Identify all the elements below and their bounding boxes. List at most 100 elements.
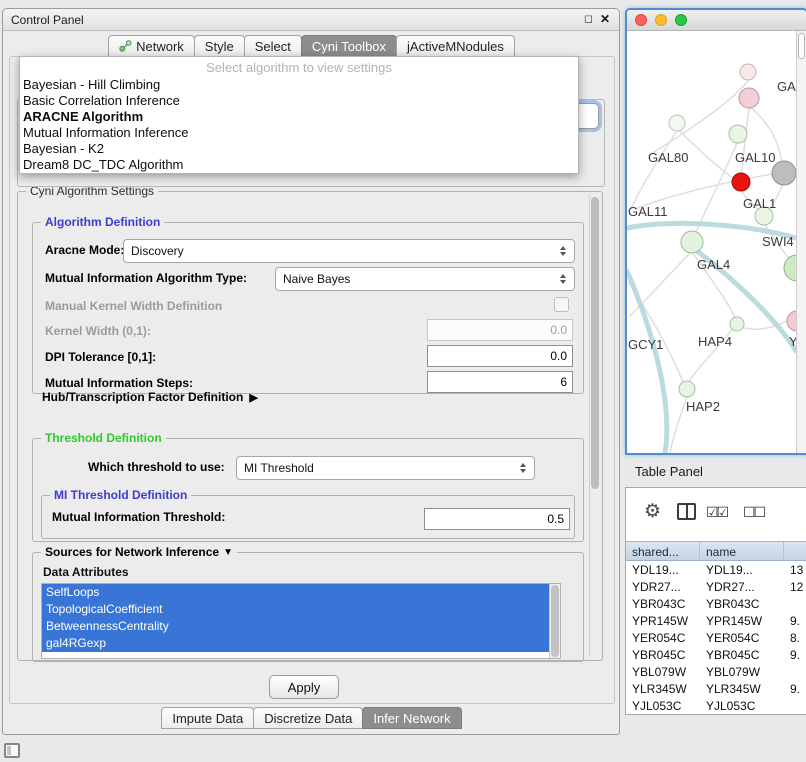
mi-threshold-field[interactable]: 0.5 bbox=[424, 508, 570, 530]
aracne-mode-select[interactable]: Discovery bbox=[123, 239, 575, 263]
zoom-traffic-light-icon[interactable] bbox=[675, 14, 687, 26]
network-node[interactable] bbox=[772, 161, 796, 185]
attribute-item[interactable]: SelfLoops bbox=[42, 584, 551, 601]
table-cell: YBR045C bbox=[700, 646, 784, 663]
table-body: YDL19...YDL19...13YDR27...YDR27...12YBR0… bbox=[626, 561, 806, 714]
network-canvas-area[interactable]: GAL80GAL10GAL11GAL1SWI4GAL4GCY1HAP4HAP2G… bbox=[627, 31, 806, 453]
attributes-scrollbar-thumb[interactable] bbox=[551, 585, 559, 657]
table-row[interactable]: YLR345WYLR345W9. bbox=[626, 680, 806, 697]
tab-impute-data[interactable]: Impute Data bbox=[161, 707, 254, 729]
table-row[interactable]: YBR043CYBR043C bbox=[626, 595, 806, 612]
table-cell bbox=[784, 663, 806, 680]
network-node[interactable] bbox=[730, 317, 744, 331]
close-traffic-light-icon[interactable] bbox=[635, 14, 647, 26]
threshold-definition-group: Threshold Definition Which threshold to … bbox=[32, 438, 584, 542]
tab-cyni-toolbox[interactable]: Cyni Toolbox bbox=[301, 35, 397, 57]
sources-group: Sources for Network Inference ▼ Data Att… bbox=[32, 552, 584, 662]
algorithm-option[interactable]: ARACNE Algorithm bbox=[20, 109, 578, 125]
tab-label: Cyni Toolbox bbox=[312, 39, 386, 54]
mi-threshold-group-title: MI Threshold Definition bbox=[50, 488, 191, 502]
mi-algorithm-type-select[interactable]: Naive Bayes bbox=[275, 267, 575, 291]
settings-scrollbar[interactable] bbox=[589, 195, 600, 657]
which-threshold-value: MI Threshold bbox=[244, 461, 314, 475]
table-panel: ⚙ ☑☑ ☐☐ shared...name YDL19...YDL19...13… bbox=[625, 487, 806, 715]
kernel-width-field[interactable]: 0.0 bbox=[427, 319, 573, 341]
node-label: HAP2 bbox=[686, 399, 720, 414]
mi-steps-field[interactable]: 6 bbox=[427, 371, 573, 393]
table-row[interactable]: YPR145WYPR145W9. bbox=[626, 612, 806, 629]
algorithm-option[interactable]: Mutual Information Inference bbox=[20, 125, 578, 141]
attribute-item[interactable]: TopologicalCoefficient bbox=[42, 601, 551, 618]
hub-definition-section[interactable]: Hub/Transcription Factor Definition ▶ bbox=[42, 390, 258, 404]
network-node[interactable] bbox=[669, 115, 685, 131]
data-attributes-list[interactable]: SelfLoopsTopologicalCoefficientBetweenne… bbox=[41, 583, 561, 659]
show-columns-icon[interactable] bbox=[677, 503, 696, 520]
unselect-all-columns-icon[interactable]: ☐☐ bbox=[743, 504, 764, 521]
attribute-item[interactable]: BetweennessCentrality bbox=[42, 618, 551, 635]
table-row[interactable]: YJL053CYJL053C bbox=[626, 697, 806, 714]
gear-icon[interactable]: ⚙ bbox=[644, 500, 661, 523]
table-cell bbox=[784, 595, 806, 612]
table-cell: YBL079W bbox=[700, 663, 784, 680]
table-cell: YDL19... bbox=[626, 561, 700, 578]
network-scrollbar-thumb[interactable] bbox=[798, 33, 805, 59]
network-node[interactable] bbox=[739, 88, 759, 108]
select-all-columns-icon[interactable]: ☑☑ bbox=[706, 504, 727, 521]
tab-network[interactable]: Network bbox=[108, 35, 195, 57]
algorithm-definition-group: Algorithm Definition Aracne Mode: Discov… bbox=[32, 222, 584, 394]
table-row[interactable]: YER054CYER054C8. bbox=[626, 629, 806, 646]
table-row[interactable]: YDL19...YDL19...13 bbox=[626, 561, 806, 578]
tab-discretize-data[interactable]: Discretize Data bbox=[253, 707, 363, 729]
network-node[interactable] bbox=[681, 231, 703, 253]
network-node[interactable] bbox=[729, 125, 747, 143]
network-node[interactable] bbox=[679, 381, 695, 397]
attribute-item[interactable]: gal4RGexp bbox=[42, 635, 551, 652]
settings-scrollbar-thumb[interactable] bbox=[591, 197, 599, 489]
network-window-titlebar[interactable] bbox=[627, 10, 806, 31]
column-header[interactable]: shared... bbox=[626, 542, 700, 560]
expand-right-icon: ▶ bbox=[249, 391, 257, 404]
algorithm-option[interactable]: Basic Correlation Inference bbox=[20, 93, 578, 109]
close-panel-icon[interactable]: ✕ bbox=[600, 12, 610, 26]
control-panel-titlebar[interactable]: Control Panel ◻ ✕ bbox=[3, 9, 619, 31]
table-row[interactable]: YBR045CYBR045C9. bbox=[626, 646, 806, 663]
column-header[interactable] bbox=[784, 542, 806, 560]
tab-select[interactable]: Select bbox=[244, 35, 302, 57]
table-cell: YBL079W bbox=[626, 663, 700, 680]
tab-jactivemnodules[interactable]: jActiveMNodules bbox=[396, 35, 515, 57]
stepper-arrows-icon bbox=[516, 463, 530, 473]
dpi-tolerance-field[interactable]: 0.0 bbox=[427, 345, 573, 367]
table-row[interactable]: YDR27...YDR27...12 bbox=[626, 578, 806, 595]
network-canvas[interactable]: GAL80GAL10GAL11GAL1SWI4GAL4GCY1HAP4HAP2G… bbox=[627, 31, 796, 453]
sources-group-title[interactable]: Sources for Network Inference ▼ bbox=[41, 545, 237, 559]
table-row[interactable]: YBL079WYBL079W bbox=[626, 663, 806, 680]
network-node[interactable] bbox=[787, 311, 796, 331]
algorithm-option[interactable]: Dream8 DC_TDC Algorithm bbox=[20, 157, 578, 173]
tab-infer-network[interactable]: Infer Network bbox=[362, 707, 461, 729]
algorithm-option[interactable]: Bayesian - K2 bbox=[20, 141, 578, 157]
manual-kernel-checkbox[interactable] bbox=[554, 297, 569, 312]
network-node[interactable] bbox=[732, 173, 750, 191]
minimized-panel-icon[interactable] bbox=[4, 743, 20, 758]
algorithm-option[interactable]: Bayesian - Hill Climbing bbox=[20, 77, 578, 93]
control-panel-tabbar: Network StyleSelect Cyni Toolbox jActiveMNo… bbox=[3, 35, 619, 57]
network-vertical-scrollbar[interactable] bbox=[796, 31, 806, 453]
table-cell: YLR345W bbox=[626, 680, 700, 697]
network-node[interactable] bbox=[784, 255, 796, 281]
dpi-tolerance-label: DPI Tolerance [0,1]: bbox=[45, 350, 156, 364]
minimize-traffic-light-icon[interactable] bbox=[655, 14, 667, 26]
node-label: GAL10 bbox=[735, 150, 775, 165]
float-window-icon[interactable]: ◻ bbox=[584, 12, 593, 25]
table-cell: 8. bbox=[784, 629, 806, 646]
which-threshold-select[interactable]: MI Threshold bbox=[236, 456, 535, 480]
attributes-scrollbar[interactable] bbox=[549, 584, 560, 658]
tab-style[interactable]: Style bbox=[194, 35, 245, 57]
algorithm-dropdown[interactable]: Select algorithm to view settings Bayesi… bbox=[19, 56, 579, 174]
table-header-row[interactable]: shared...name bbox=[626, 541, 806, 561]
tab-label: Network bbox=[136, 39, 184, 54]
network-node[interactable] bbox=[740, 64, 756, 80]
apply-button[interactable]: Apply bbox=[269, 675, 339, 699]
column-header[interactable]: name bbox=[700, 542, 784, 560]
mi-type-label: Mutual Information Algorithm Type: bbox=[45, 271, 247, 285]
table-cell: YBR043C bbox=[626, 595, 700, 612]
